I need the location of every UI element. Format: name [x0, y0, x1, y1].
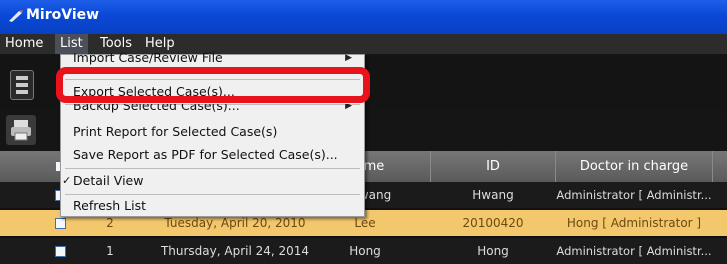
cell-number: 1: [106, 244, 114, 258]
table-row[interactable]: 1 Thursday, April 24, 2014 Hong Hong Adm…: [0, 238, 727, 264]
cell-name: Hong: [349, 244, 381, 258]
highlight-annotation: [56, 67, 370, 103]
cell-id: Hwang: [472, 188, 514, 202]
menu-item-label: Refresh List: [73, 198, 147, 213]
title-bar: MiroView: [0, 0, 727, 34]
menu-item-label: Backup Selected Case(s)...: [73, 104, 240, 113]
print-button[interactable]: [6, 115, 36, 145]
printer-icon: [11, 120, 31, 141]
menu-item-detail-view[interactable]: ✓ Detail View: [61, 170, 364, 192]
menu-divider: [65, 168, 360, 169]
menu-item-label: Import Case/Review File: [73, 50, 223, 65]
cell-date: Thursday, April 24, 2014: [160, 244, 310, 258]
case-list-button[interactable]: [10, 70, 34, 100]
cell-doctor: Administrator [ Administr...: [556, 188, 712, 202]
menu-item-label: Save Report as PDF for Selected Case(s).…: [73, 147, 338, 162]
column-header-id[interactable]: ID: [431, 151, 555, 182]
submenu-arrow-icon: ▶: [345, 53, 352, 63]
menu-item-save-pdf[interactable]: Save Report as PDF for Selected Case(s).…: [61, 144, 364, 166]
checkmark-icon: ✓: [62, 174, 72, 187]
app-logo-icon: [9, 10, 23, 22]
cell-doctor: Hong [ Administrator ]: [566, 216, 702, 230]
window-title: MiroView: [26, 7, 100, 23]
menu-item-label: Detail View: [73, 173, 144, 188]
menu-item-import[interactable]: Import Case/Review File ▶: [61, 47, 364, 65]
menu-item-refresh[interactable]: Refresh List: [61, 195, 364, 217]
column-header-doctor[interactable]: Doctor in charge: [556, 151, 712, 182]
column-divider: [712, 151, 713, 182]
list-icon: [16, 76, 28, 94]
menu-home[interactable]: Home: [0, 34, 48, 54]
cell-id: Hong: [477, 244, 509, 258]
cell-doctor: Administrator [ Administr...: [556, 244, 712, 258]
cell-id: 20100420: [462, 216, 524, 230]
row-checkbox[interactable]: [55, 218, 66, 229]
submenu-arrow-icon: ▶: [345, 104, 352, 111]
menu-item-backup[interactable]: Backup Selected Case(s)... ▶: [61, 104, 364, 118]
row-checkbox[interactable]: [55, 246, 66, 257]
menu-item-label: Print Report for Selected Case(s): [73, 124, 278, 139]
menu-item-print-report[interactable]: Print Report for Selected Case(s): [61, 121, 364, 143]
